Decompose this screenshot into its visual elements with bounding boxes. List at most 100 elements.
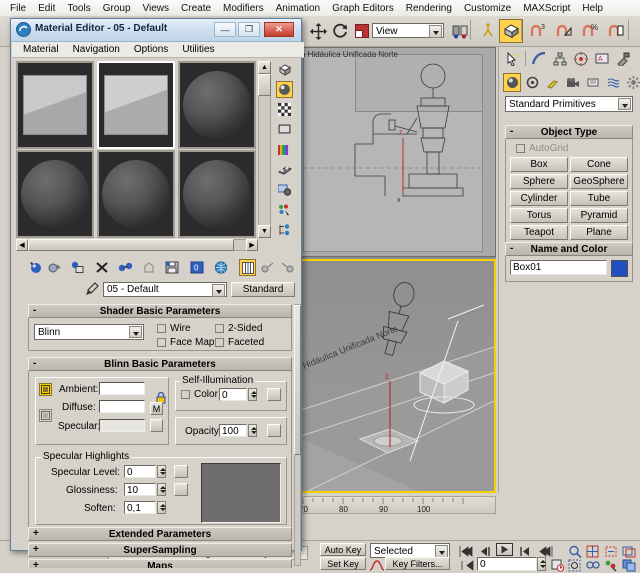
parameters-vscrollbar[interactable]	[294, 304, 301, 566]
scroll-thumb[interactable]	[294, 305, 301, 455]
sample-slot-6[interactable]	[178, 150, 256, 238]
maximize-button[interactable]: ❐	[238, 22, 260, 37]
menu-item-maxscript[interactable]: MAXScript	[517, 2, 576, 15]
pan-icon[interactable]	[602, 557, 619, 573]
menu-item-group[interactable]: Group	[97, 2, 137, 15]
face-map-checkbox-row[interactable]: Face Map	[157, 337, 214, 348]
wire-checkbox-row[interactable]: Wire	[157, 323, 191, 334]
shapes-icon[interactable]	[523, 73, 541, 92]
percent-snap-icon[interactable]: %	[578, 19, 602, 43]
self-illum-value-input[interactable]: 0	[219, 388, 247, 401]
sample-slot-1[interactable]	[16, 61, 94, 149]
chevron-down-icon[interactable]	[129, 326, 142, 338]
angle-snap-icon[interactable]	[552, 19, 576, 43]
auto-key-button[interactable]: Auto Key	[320, 543, 366, 556]
create-teapot-button[interactable]: Teapot	[510, 225, 568, 240]
go-forward-to-sibling-icon[interactable]	[279, 259, 296, 276]
motion-tab[interactable]	[571, 49, 590, 68]
make-material-copy-icon[interactable]	[117, 259, 134, 276]
geometry-icon[interactable]	[503, 73, 521, 92]
space-warps-icon[interactable]	[604, 73, 622, 92]
lights-icon[interactable]	[544, 73, 562, 92]
create-torus-button[interactable]: Torus	[510, 208, 568, 223]
wire-checkbox[interactable]	[157, 324, 166, 333]
specular-color-swatch[interactable]	[99, 419, 145, 432]
blinn-basic-header[interactable]: - Blinn Basic Parameters	[28, 357, 292, 371]
menu-item-file[interactable]: File	[4, 2, 32, 15]
show-map-in-viewport-icon[interactable]	[212, 259, 229, 276]
object-name-input[interactable]: Box01	[510, 260, 607, 275]
current-frame-spinner[interactable]	[537, 557, 546, 571]
video-color-check-icon[interactable]	[276, 141, 293, 158]
background-icon[interactable]	[276, 101, 293, 118]
menu-item-customize[interactable]: Customize	[458, 2, 517, 15]
specular-map-button[interactable]	[150, 419, 163, 432]
pick-material-from-object-icon[interactable]	[85, 282, 99, 296]
menu-item-tools[interactable]: Tools	[61, 2, 96, 15]
current-frame-input[interactable]: 0	[477, 557, 537, 571]
maps-header[interactable]: + Maps	[28, 559, 292, 568]
two-sided-checkbox[interactable]	[215, 324, 224, 333]
scroll-down-arrow[interactable]: ▼	[258, 225, 271, 238]
ambient-color-swatch[interactable]	[99, 382, 145, 395]
material-effects-channel-icon[interactable]: 0	[188, 259, 205, 276]
opacity-map-button[interactable]	[267, 424, 281, 437]
minimize-button[interactable]: —	[214, 22, 236, 37]
soften-spinner[interactable]	[157, 501, 166, 514]
snap-toggle-3d-icon[interactable]: 3	[526, 19, 550, 43]
backlight-icon[interactable]	[276, 81, 293, 98]
self-illum-map-button[interactable]	[267, 388, 281, 401]
create-geosphere-button[interactable]: GeoSphere	[570, 174, 628, 189]
menu-item-create[interactable]: Create	[175, 2, 217, 15]
glossiness-input[interactable]: 10	[124, 483, 156, 496]
make-unique-icon[interactable]	[140, 259, 157, 276]
set-key-filter-curve-icon[interactable]	[368, 557, 385, 573]
set-key-button[interactable]: Set Key	[320, 557, 366, 570]
opacity-spinner[interactable]	[248, 424, 257, 437]
key-mode-toggle-icon[interactable]	[459, 557, 476, 573]
extended-parameters-rollout[interactable]: + Extended Parameters	[28, 527, 292, 541]
diffuse-specular-lock-toggle[interactable]	[39, 409, 52, 422]
hierarchy-tab[interactable]	[550, 49, 569, 68]
select-and-move-icon[interactable]	[306, 19, 330, 43]
menu-item-graph-editors[interactable]: Graph Editors	[326, 2, 400, 15]
options-icon[interactable]	[276, 181, 293, 198]
opacity-value-input[interactable]: 100	[219, 424, 247, 437]
zoom-region-icon[interactable]	[584, 557, 601, 573]
key-mode-dropdown[interactable]: Selected	[370, 543, 450, 558]
two-sided-checkbox-row[interactable]: 2-Sided	[215, 323, 262, 334]
me-menu-utilities[interactable]: Utilities	[175, 44, 221, 55]
shader-basic-header[interactable]: - Shader Basic Parameters	[28, 304, 292, 318]
glossiness-map-button[interactable]	[174, 483, 188, 496]
object-color-swatch[interactable]	[611, 260, 628, 277]
menu-item-rendering[interactable]: Rendering	[400, 2, 458, 15]
key-filters-button[interactable]: Key Filters...	[385, 557, 450, 570]
get-material-icon[interactable]	[27, 259, 44, 276]
specular-level-map-button[interactable]	[174, 465, 188, 478]
select-and-manipulate-icon[interactable]	[476, 19, 500, 43]
select-by-material-icon[interactable]	[276, 201, 293, 218]
soften-input[interactable]: 0,1	[124, 501, 156, 514]
menu-item-views[interactable]: Views	[137, 2, 176, 15]
arc-rotate-icon[interactable]	[620, 557, 637, 573]
modify-tab[interactable]	[529, 49, 548, 68]
play-animation-icon[interactable]	[496, 543, 513, 556]
field-of-view-icon[interactable]	[566, 557, 583, 573]
ambient-diffuse-lock-toggle[interactable]	[39, 383, 52, 396]
sample-slot-5[interactable]	[97, 150, 175, 238]
close-button[interactable]: ✕	[264, 22, 294, 37]
faceted-checkbox-row[interactable]: Faceted	[215, 337, 264, 348]
me-menu-options[interactable]: Options	[127, 44, 175, 55]
scroll-thumb[interactable]	[258, 74, 271, 96]
cameras-icon[interactable]	[564, 73, 582, 92]
assign-material-to-selection-icon[interactable]	[69, 259, 86, 276]
shader-type-dropdown[interactable]: Blinn	[34, 324, 144, 340]
reset-map-icon[interactable]	[93, 259, 110, 276]
glossiness-spinner[interactable]	[157, 483, 166, 496]
specular-level-input[interactable]: 0	[124, 465, 156, 478]
me-menu-navigation[interactable]: Navigation	[66, 44, 127, 55]
chevron-down-icon[interactable]	[618, 98, 631, 110]
create-pyramid-button[interactable]: Pyramid	[570, 208, 628, 223]
use-pivot-point-center-icon[interactable]	[448, 19, 472, 43]
menu-item-modifiers[interactable]: Modifiers	[217, 2, 270, 15]
